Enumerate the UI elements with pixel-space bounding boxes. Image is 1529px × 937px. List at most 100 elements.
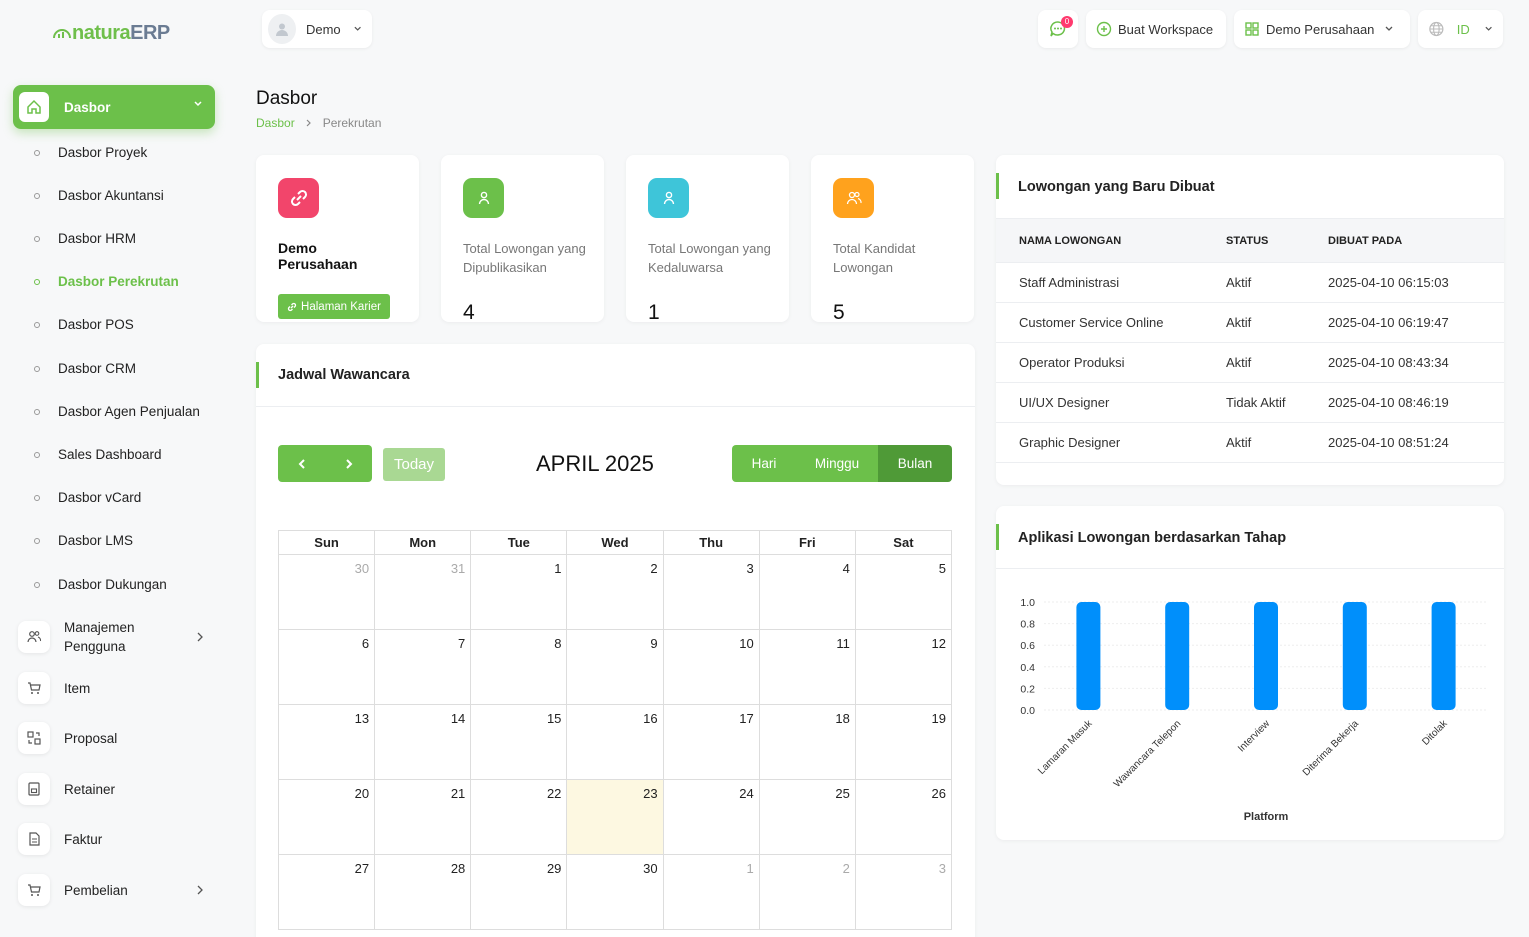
calendar-day[interactable]: 23 [567,780,664,855]
calendar-day[interactable]: 3 [663,555,760,630]
calendar-day[interactable]: 8 [471,630,568,705]
calendar-day[interactable]: 25 [759,780,856,855]
calendar-day[interactable]: 14 [375,705,472,780]
calendar-day[interactable]: 22 [471,780,568,855]
bullet-icon [34,581,40,588]
globe-icon [1429,21,1444,37]
sidebar-item[interactable]: Retainer [18,773,115,805]
sidebar-subitem[interactable]: Dasbor POS [34,317,134,332]
table-row[interactable]: UI/UX Designer Tidak Aktif 2025-04-10 08:4… [996,382,1504,422]
messages-button[interactable]: 0 [1038,10,1078,48]
sidebar-subitem[interactable]: Dasbor vCard [34,490,141,505]
sidebar-subitem[interactable]: Dasbor Agen Penjualan [34,404,200,419]
link-icon [278,178,319,218]
table-row[interactable]: Graphic Designer Aktif 2025-04-10 08:51:24 [996,422,1504,462]
sidebar-subitem[interactable]: Dasbor HRM [34,231,136,246]
calendar-day[interactable]: 10 [663,630,760,705]
calendar-day[interactable]: 19 [855,705,952,780]
calendar-day[interactable]: 4 [759,555,856,630]
company-name: Demo Perusahaan [278,240,358,272]
job-name: UI/UX Designer [1019,395,1110,410]
bullet-icon [34,494,40,501]
calendar-day[interactable]: 29 [471,855,568,930]
calendar-day[interactable]: 26 [855,780,952,855]
career-page-button[interactable]: Halaman Karier [278,294,390,319]
sidebar-item[interactable]: Manajemen Pengguna [18,618,203,656]
calendar-day[interactable]: 28 [375,855,472,930]
calendar-day[interactable]: 7 [375,630,472,705]
sidebar-subitem[interactable]: Dasbor Akuntansi [34,188,164,203]
stat-value: 5 [833,301,845,324]
sidebar-subitem-label: Dasbor HRM [58,231,137,246]
chevron-down-icon [354,26,361,31]
calendar-day[interactable]: 12 [855,630,952,705]
users-icon [833,178,874,218]
applications-chart-card: Aplikasi Lowongan berdasarkan Tahap 0.0 0… [996,506,1504,840]
calendar-day[interactable]: 5 [855,555,952,630]
x-tick-label: Ditolak [1420,718,1450,748]
next-month-button[interactable] [325,445,372,482]
y-tick-label: 0.6 [1020,640,1035,652]
calendar-day[interactable]: 11 [759,630,856,705]
calendar-day[interactable]: 2 [759,855,856,930]
calendar-day[interactable]: 31 [375,555,472,630]
section-accent [996,524,999,550]
calendar-day[interactable]: 30 [278,555,376,630]
x-axis-label: Platform [1244,811,1289,823]
breadcrumb-link[interactable]: Dasbor [256,116,295,130]
company-selector[interactable]: Demo Perusahaan [1234,10,1410,48]
table-row[interactable]: Customer Service Online Aktif 2025-04-10 0… [996,302,1504,342]
calendar-day[interactable]: 16 [567,705,664,780]
calendar-week: 27 28 29 30 1 2 3 [278,855,952,930]
calendar-day[interactable]: 1 [471,555,568,630]
sidebar-subitem[interactable]: Dasbor LMS [34,533,133,548]
view-day-button[interactable]: Hari [732,445,796,482]
calendar-view-switcher: Hari Minggu Bulan [732,445,952,482]
sidebar: naturaERP Dasbor Dasbor Proyek Dasbor Aku… [0,0,230,937]
today-button[interactable]: Today [383,448,445,481]
calendar-day[interactable]: 6 [278,630,376,705]
calendar-day[interactable]: 18 [759,705,856,780]
calendar-day[interactable]: 21 [375,780,472,855]
sidebar-item[interactable]: Item [18,672,90,704]
calendar-week: 30 31 1 2 3 4 5 [278,555,952,630]
sidebar-subitem[interactable]: Dasbor CRM [34,361,136,376]
sidebar-subitem[interactable]: Dasbor Dukungan [34,577,167,592]
sidebar-subitem[interactable]: Dasbor Proyek [34,145,147,160]
x-tick-label: Diterima Bekerja [1301,718,1361,778]
view-month-button[interactable]: Bulan [878,445,952,482]
calendar-day[interactable]: 27 [278,855,376,930]
sidebar-item[interactable]: Proposal [18,722,117,754]
sidebar-subitem[interactable]: Dasbor Perekrutan [34,274,179,289]
stat-card-published: Total Lowongan yang Dipublikasikan 4 [441,155,604,324]
sidebar-item[interactable]: Faktur [18,823,102,855]
language-selector[interactable]: ID [1418,10,1503,48]
calendar-day[interactable]: 1 [663,855,760,930]
calendar-day[interactable]: 15 [471,705,568,780]
calendar-day[interactable]: 13 [278,705,376,780]
calendar-day[interactable]: 17 [663,705,760,780]
page-title: Dasbor [256,88,318,109]
sidebar-subitem[interactable]: Sales Dashboard [34,447,162,462]
prev-month-button[interactable] [278,445,325,482]
calendar-day[interactable]: 30 [567,855,664,930]
bullet-icon [34,278,40,285]
user-menu[interactable]: Demo [262,10,372,48]
sidebar-item-dasbor[interactable]: Dasbor [13,85,215,129]
calendar-day[interactable]: 20 [278,780,376,855]
calendar-day[interactable]: 3 [855,855,952,930]
table-row[interactable]: Staff Administrasi Aktif 2025-04-10 06:15:… [996,262,1504,302]
calendar-day[interactable]: 2 [567,555,664,630]
calendar-day[interactable]: 9 [567,630,664,705]
sidebar-item[interactable]: Pembelian [18,874,203,906]
y-tick-label: 0.0 [1020,705,1035,717]
table-row[interactable]: Operator Produksi Aktif 2025-04-10 08:43:3… [996,342,1504,382]
create-workspace-button[interactable]: Buat Workspace [1086,10,1226,48]
app-logo[interactable]: naturaERP [52,22,170,45]
chart-bar [1076,602,1101,710]
logo-icon [53,29,71,39]
calendar-day[interactable]: 24 [663,780,760,855]
job-name: Customer Service Online [1019,315,1164,330]
job-name: Staff Administrasi [1019,275,1120,290]
view-week-button[interactable]: Minggu [796,445,878,482]
